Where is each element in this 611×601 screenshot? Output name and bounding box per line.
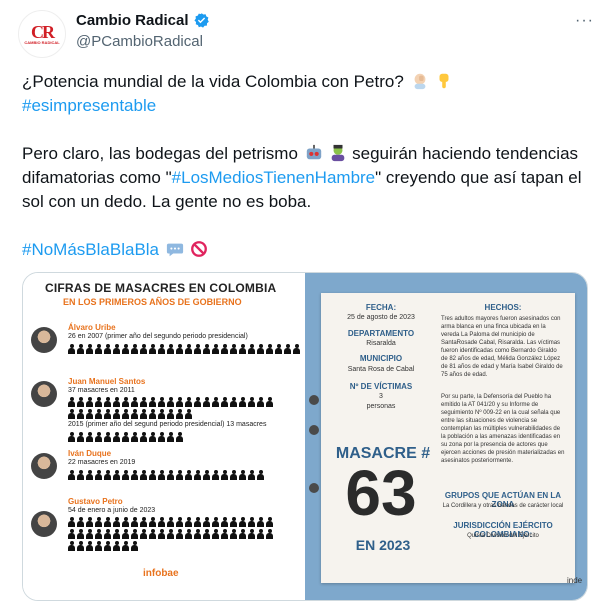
person-photo bbox=[31, 327, 57, 353]
tweet-line1: ¿Potencia mundial de la vida Colombia co… bbox=[22, 72, 404, 91]
hashtag-nomasblablabla-link[interactable]: #NoMásBlaBlaBla bbox=[22, 240, 159, 259]
hashtag-esimpresentable-link[interactable]: #esimpresentable bbox=[22, 96, 156, 115]
person-detail: 26 en 2007 (primer año del segundo perio… bbox=[68, 333, 248, 340]
speech-balloon-emoji-icon bbox=[166, 243, 183, 257]
massacre-icons bbox=[68, 517, 273, 527]
card-victimas-unit: personas bbox=[366, 403, 396, 410]
card-depto: Risaralda bbox=[366, 340, 396, 347]
person-photo bbox=[31, 381, 57, 407]
robot-emoji-icon bbox=[306, 144, 321, 160]
verified-badge-icon bbox=[193, 13, 209, 28]
source-watermark: inde bbox=[567, 576, 583, 585]
card-masacre-number: 63 bbox=[345, 457, 417, 529]
infographic-title: CIFRAS DE MASACRES EN COLOMBIA bbox=[45, 281, 277, 295]
card-grupos: La Cordillera y otras bandas de carácter… bbox=[442, 503, 564, 509]
infographic-massacres: CIFRAS DE MASACRES EN COLOMBIA EN LOS PR… bbox=[23, 273, 305, 600]
card-mun-label: MUNICIPIO bbox=[359, 354, 403, 363]
infographic-subtitle: EN LOS PRIMEROS AÑOS DE GOBIERNO bbox=[63, 297, 242, 307]
massacre-icons bbox=[68, 344, 300, 354]
card-hechos-label: HECHOS: bbox=[484, 303, 522, 312]
more-options-icon[interactable]: ··· bbox=[575, 12, 594, 30]
massacre-icons bbox=[68, 529, 273, 539]
man-facepalming-emoji-icon bbox=[414, 73, 425, 90]
massacre-icons bbox=[68, 409, 192, 419]
author-handle[interactable]: @PCambioRadical bbox=[76, 33, 203, 50]
person-photo bbox=[31, 453, 57, 479]
person-detail: 54 de enero a junio de 2023 bbox=[68, 507, 156, 514]
tweet-text: ¿Potencia mundial de la vida Colombia co… bbox=[22, 70, 592, 286]
author-name-row[interactable]: Cambio Radical bbox=[76, 12, 210, 29]
backhand-index-pointing-down-emoji-icon bbox=[439, 73, 449, 89]
tweet-para2-start: Pero claro, las bodegas del petrismo bbox=[22, 144, 298, 163]
author-avatar[interactable]: CR CAMBIO RADICAL bbox=[18, 10, 66, 58]
person-photo bbox=[31, 511, 57, 537]
card-fecha: 25 de agosto de 2023 bbox=[347, 314, 415, 321]
person-detail: 37 masacres en 2011 bbox=[68, 387, 135, 394]
person-detail: 22 masacres en 2019 bbox=[68, 459, 136, 466]
avatar-logo-text: CR bbox=[31, 21, 55, 42]
decorative-hole bbox=[309, 425, 319, 435]
card-mun: Santa Rosa de Cabal bbox=[347, 366, 415, 373]
card-hechos-text: Tres adultos mayores fueron asesinados c… bbox=[441, 316, 563, 378]
card-fecha-label: FECHA: bbox=[365, 303, 397, 312]
source-logo: infobae bbox=[143, 568, 179, 579]
massacre-card-panel: FECHA: 25 de agosto de 2023 DEPARTAMENTO… bbox=[305, 273, 587, 600]
person-name: Juan Manuel Santos bbox=[68, 377, 146, 386]
avatar-logo-subtext: CAMBIO RADICAL bbox=[24, 39, 60, 45]
card-hechos-text-2: Por su parte, la Defensoría del Pueblo h… bbox=[441, 394, 565, 464]
card-victimas-label: Nº DE VÍCTIMAS bbox=[349, 382, 413, 391]
massacre-icons bbox=[68, 470, 264, 480]
person-detail: 2015 (primer año del segund periodo pres… bbox=[68, 421, 267, 428]
massacre-icons bbox=[68, 541, 138, 551]
card-victimas: 3 bbox=[379, 393, 383, 400]
zombie-emoji-icon bbox=[332, 144, 345, 162]
decorative-hole bbox=[309, 395, 319, 405]
massacre-icons bbox=[68, 432, 183, 442]
hashtag-losmediostienenhambre-link[interactable]: #LosMediosTienenHambre bbox=[172, 168, 375, 187]
card-masacre-year: EN 2023 bbox=[355, 537, 411, 553]
tweet-media-image[interactable]: CIFRAS DE MASACRES EN COLOMBIA EN LOS PR… bbox=[22, 272, 588, 601]
card-depto-label: DEPARTAMENTO bbox=[347, 329, 415, 338]
tweet[interactable]: CR CAMBIO RADICAL Cambio Radical @PCambi… bbox=[0, 0, 611, 601]
decorative-hole bbox=[309, 483, 319, 493]
massacre-icons bbox=[68, 397, 273, 407]
person-name: Álvaro Uribe bbox=[68, 323, 116, 332]
author-display-name[interactable]: Cambio Radical bbox=[76, 12, 189, 29]
person-name: Gustavo Petro bbox=[68, 497, 123, 506]
massacre-card: FECHA: 25 de agosto de 2023 DEPARTAMENTO… bbox=[321, 293, 575, 583]
prohibited-emoji-icon bbox=[191, 241, 208, 257]
person-name: Iván Duque bbox=[68, 449, 112, 458]
card-jur: Quinta División del Ejército bbox=[467, 533, 539, 539]
